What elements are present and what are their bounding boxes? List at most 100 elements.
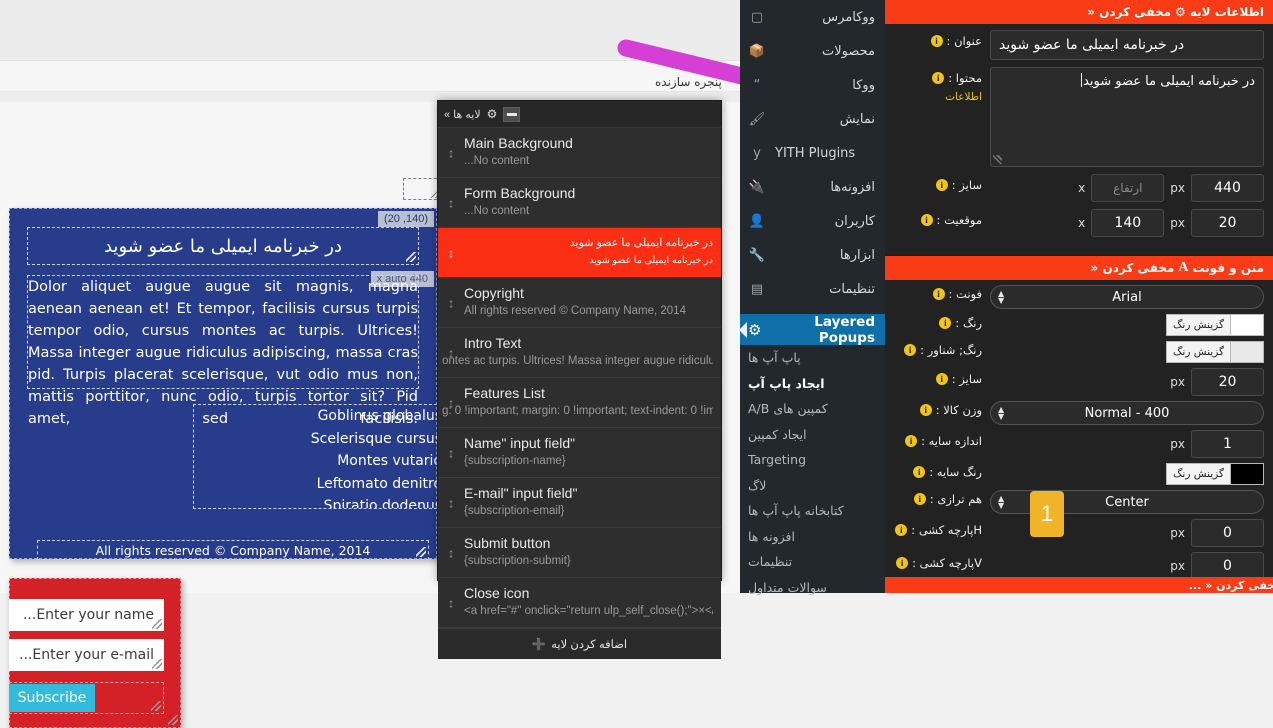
- sidebar-item-woocommerce[interactable]: ووکامرس ▢: [740, 0, 885, 34]
- resize-handle-icon[interactable]: [993, 155, 1002, 164]
- color-picker-button[interactable]: گزینش رنگ: [1166, 314, 1231, 336]
- sidebar-subitem-popups[interactable]: پاپ آپ ها: [740, 345, 885, 371]
- resize-handle-icon[interactable]: [152, 659, 162, 669]
- resize-handle-icon[interactable]: [151, 701, 161, 711]
- info-icon[interactable]: i: [913, 466, 926, 478]
- info-icon[interactable]: i: [920, 214, 933, 226]
- sidebar-subitem-ab-campaigns[interactable]: کمپین های A/B: [740, 396, 885, 422]
- info-icon[interactable]: i: [904, 344, 917, 356]
- position-y-input[interactable]: 140: [1091, 209, 1165, 237]
- sidebar-item-appearance[interactable]: نمایش 🖌: [740, 102, 885, 136]
- info-icon[interactable]: i: [930, 35, 943, 47]
- email-input[interactable]: ...Enter your e-mail: [9, 639, 164, 671]
- font-weight-select[interactable]: ▲ ▼ Normal - 400: [990, 401, 1264, 425]
- resize-handle-icon[interactable]: [416, 547, 426, 557]
- layer-title-text[interactable]: در خبرنامه ایمیلی ما عضو شوید: [27, 227, 419, 265]
- info-icon[interactable]: i: [919, 404, 932, 416]
- text-font-section-header[interactable]: متن و فونت A مخفی کردن «: [885, 256, 1273, 280]
- layer-intro-text[interactable]: Dolor aliquet augue augue sit magnis, ma…: [27, 275, 419, 427]
- resize-handle-icon[interactable]: [152, 619, 162, 629]
- resize-handle-icon[interactable]: [406, 252, 416, 262]
- title-input[interactable]: در خبرنامه ایمیلی ما عضو شوید: [990, 30, 1264, 60]
- drag-handle-icon[interactable]: ↕: [446, 446, 456, 459]
- position-x-input[interactable]: 20: [1191, 209, 1264, 237]
- box-icon: 📦: [748, 43, 766, 59]
- info-icon[interactable]: i: [932, 72, 945, 84]
- popup-preview[interactable]: (20 ,140) x auto 440 در خبرنامه ایمیلی م…: [9, 208, 447, 728]
- size-height-input[interactable]: ارتفاع: [1091, 174, 1165, 202]
- sidebar-item-tools[interactable]: ابزارها 🔧: [740, 238, 885, 272]
- sidebar-subitem-log[interactable]: لاگ: [740, 473, 885, 499]
- drag-handle-icon[interactable]: ↕: [446, 546, 456, 559]
- drag-handle-icon[interactable]: ↕: [446, 146, 456, 159]
- sidebar-item-wooka[interactable]: ووکا “: [740, 68, 885, 102]
- info-icon[interactable]: i: [905, 435, 918, 447]
- sidebar-subitem-addons[interactable]: افزونه ها: [740, 524, 885, 550]
- hover-color-swatch[interactable]: [1231, 341, 1264, 363]
- sidebar-item-plugins[interactable]: افزونه‌ها 🔌: [740, 170, 885, 204]
- gear-icon[interactable]: ⚙: [487, 107, 498, 121]
- layer-list-item-selected[interactable]: ↕ در خبرنامه ایمیلی ما عضو شوید در خبرنا…: [438, 228, 721, 278]
- font-size-input[interactable]: 20: [1191, 368, 1264, 396]
- layer-list-item[interactable]: ↕ Intro Text ontes ac turpis. Ultrices! …: [438, 328, 721, 378]
- minimize-icon[interactable]: ▬: [503, 106, 521, 122]
- h-padding-input[interactable]: 0: [1191, 519, 1264, 547]
- layer-list-item[interactable]: ↕ E-mail" input field" {subscription-ema…: [438, 478, 721, 528]
- subscribe-button[interactable]: Subscribe: [9, 684, 95, 712]
- info-icon[interactable]: i: [913, 493, 926, 505]
- sidebar-item-products[interactable]: محصولات 📦: [740, 34, 885, 68]
- drag-handle-icon[interactable]: ↕: [446, 496, 456, 509]
- font-select-value: Arial: [1112, 289, 1142, 305]
- h-padding-label-text: Hپارچه کشی :: [911, 523, 982, 537]
- next-section-header[interactable]: مخفی کردن « ...: [885, 577, 1273, 593]
- info-icon[interactable]: i: [896, 557, 909, 569]
- font-select[interactable]: ▲ ▼ Arial: [990, 285, 1264, 309]
- info-icon[interactable]: i: [895, 524, 908, 536]
- info-icon[interactable]: i: [932, 288, 945, 300]
- layer-info-section-header[interactable]: اطلاعات لایه ⚙ مخفی کردن «: [885, 0, 1273, 24]
- name-input[interactable]: ...Enter your name: [9, 599, 164, 631]
- sidebar-subitem-popup-library[interactable]: کتابخانه پاپ آپ ها: [740, 498, 885, 524]
- sidebar-subitem-settings[interactable]: تنظیمات: [740, 549, 885, 575]
- layer-copyright-text[interactable]: All rights reserved © Company Name, 2014: [37, 540, 429, 560]
- sidebar-subitem-targeting[interactable]: Targeting: [740, 447, 885, 473]
- sidebar-item-settings[interactable]: تنظیمات ▤: [740, 272, 885, 306]
- shadow-color-swatch[interactable]: [1231, 463, 1264, 485]
- layer-list-item[interactable]: ↕ Submit button {subscription-submit}: [438, 528, 721, 578]
- sidebar-item-users[interactable]: کاربران 👤: [740, 204, 885, 238]
- sidebar-item-layered-popups[interactable]: Layered Popups ⚙: [739, 314, 885, 346]
- resize-handle-icon[interactable]: [168, 715, 178, 725]
- shadow-color-picker-button[interactable]: گزینش رنگ: [1166, 463, 1231, 485]
- field-row-font: ▲ ▼ Arial فونت : i: [894, 285, 1264, 309]
- sidebar-subitem-create-campaign[interactable]: ایجاد کمپین: [740, 422, 885, 448]
- content-textarea[interactable]: در خبرنامه ایمیلی ما عضو شوید: [990, 67, 1264, 167]
- hover-color-picker-button[interactable]: گزینش رنگ: [1166, 341, 1231, 363]
- info-icon[interactable]: i: [935, 373, 948, 385]
- sidebar-item-yith-plugins[interactable]: YITH Plugins y: [740, 136, 885, 170]
- drag-handle-icon[interactable]: ↕: [446, 396, 456, 409]
- layer-list-item[interactable]: ↕ Name" input field" {subscription-name}: [438, 428, 721, 478]
- layer-list-item[interactable]: ↕ Close icon <a href="#" onclick="return…: [438, 578, 721, 628]
- layer-list-item[interactable]: ↕ Main Background ...No content: [438, 128, 721, 178]
- layer-name: در خبرنامه ایمیلی ما عضو شوید: [569, 237, 713, 249]
- layer-list-item[interactable]: ↕ Features List g: 0 !important; margin:…: [438, 378, 721, 428]
- info-icon[interactable]: i: [935, 179, 948, 191]
- drag-handle-icon[interactable]: ↕: [446, 296, 456, 309]
- info-icon[interactable]: i: [939, 317, 952, 329]
- color-swatch[interactable]: [1231, 314, 1264, 336]
- drag-handle-icon[interactable]: ↕: [446, 246, 456, 259]
- shadow-size-input[interactable]: 1: [1191, 430, 1264, 458]
- feature-item: Montes vutario: [337, 453, 442, 469]
- add-layer-button[interactable]: اضافه کردن لایه ➕: [438, 628, 721, 659]
- v-padding-input[interactable]: 0: [1191, 552, 1264, 580]
- layer-features-list[interactable]: Goblinus globalus Scelerisque cursus Mon…: [193, 404, 447, 509]
- size-width-input[interactable]: 440: [1191, 174, 1264, 202]
- drag-handle-icon[interactable]: ↕: [446, 346, 456, 359]
- layer-list-item[interactable]: ↕ Form Background ...No content: [438, 178, 721, 228]
- layer-list-item[interactable]: ↕ Copyright All rights reserved © Compan…: [438, 278, 721, 328]
- sidebar-subitem-create-popup[interactable]: ایجاد پاپ آپ: [740, 371, 885, 397]
- layer-form-background[interactable]: ...Enter your name ...Enter your e-mail …: [9, 578, 181, 728]
- drag-handle-icon[interactable]: ↕: [446, 596, 456, 609]
- drag-handle-icon[interactable]: ↕: [446, 196, 456, 209]
- sidebar-subitem-faq[interactable]: سوالات متداول: [740, 575, 885, 601]
